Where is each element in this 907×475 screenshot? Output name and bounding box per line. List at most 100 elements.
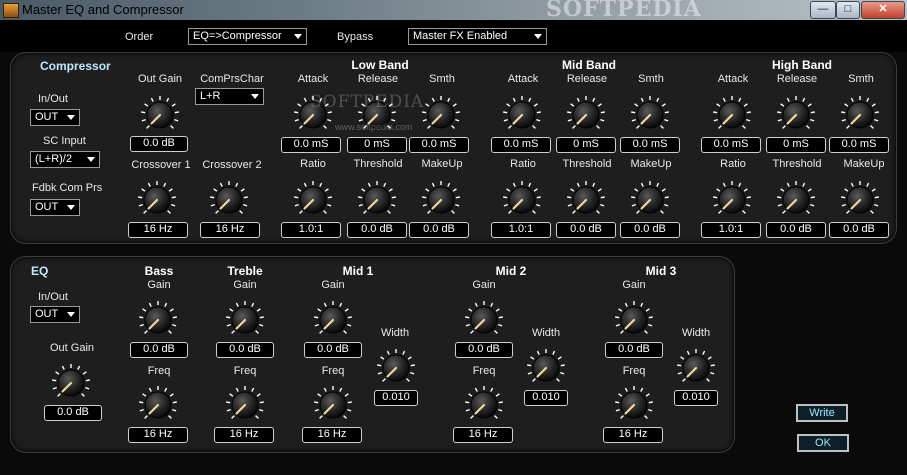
mid3-gain-knob[interactable] xyxy=(614,300,654,340)
comprschar-value: L+R xyxy=(200,90,221,102)
mid3-freq-knob[interactable] xyxy=(614,385,654,425)
low-threshold-value[interactable]: 0.0 dB xyxy=(347,222,407,238)
maximize-button[interactable]: □ xyxy=(836,1,860,19)
mid-attack-knob[interactable] xyxy=(502,95,542,135)
high-makeup-knob[interactable] xyxy=(840,180,880,220)
eq-out-gain-knob[interactable] xyxy=(51,363,91,403)
high-smth-knob[interactable] xyxy=(840,95,880,135)
close-button[interactable]: ✕ xyxy=(861,1,905,19)
mid3-width-knob[interactable] xyxy=(676,348,716,388)
high-release-knob[interactable] xyxy=(776,95,816,135)
high-makeup-value[interactable]: 0.0 dB xyxy=(829,222,889,238)
crossover1-knob[interactable] xyxy=(137,180,177,220)
mid3-freq-value[interactable]: 16 Hz xyxy=(603,427,663,443)
mid2-width-value[interactable]: 0.010 xyxy=(524,390,568,406)
comprschar-dropdown[interactable]: L+R xyxy=(195,88,264,105)
treble-gain-label: Gain xyxy=(233,279,257,291)
low-ratio-knob[interactable] xyxy=(293,180,333,220)
mid-makeup-knob[interactable] xyxy=(630,180,670,220)
bypass-dropdown[interactable]: Master FX Enabled xyxy=(408,28,547,45)
mid-ratio-knob[interactable] xyxy=(502,180,542,220)
treble-gain-value[interactable]: 0.0 dB xyxy=(216,342,274,358)
crossover2-value[interactable]: 16 Hz xyxy=(200,222,260,238)
mid2-gain-knob[interactable] xyxy=(464,300,504,340)
comp-inout-label: In/Out xyxy=(38,93,68,105)
mid1-width-knob[interactable] xyxy=(376,348,416,388)
mid-smth-knob[interactable] xyxy=(630,95,670,135)
mid-smth-value[interactable]: 0.0 mS xyxy=(620,137,680,153)
mid1-gain-label: Gain xyxy=(321,279,345,291)
high-ratio-knob[interactable] xyxy=(712,180,752,220)
mid3-width-value[interactable]: 0.010 xyxy=(674,390,718,406)
high-smth-value[interactable]: 0.0 mS xyxy=(829,137,889,153)
mid-release-knob[interactable] xyxy=(566,95,606,135)
low-smth-value[interactable]: 0.0 mS xyxy=(409,137,469,153)
low-makeup-value[interactable]: 0.0 dB xyxy=(409,222,469,238)
eq-inout-dropdown[interactable]: OUT xyxy=(30,306,80,323)
chevron-down-icon xyxy=(251,94,259,99)
mid-ratio-value[interactable]: 1.0:1 xyxy=(491,222,551,238)
order-dropdown[interactable]: EQ=>Compressor xyxy=(188,28,307,45)
mid2-freq-value[interactable]: 16 Hz xyxy=(453,427,513,443)
bass-gain-knob[interactable] xyxy=(138,300,178,340)
chevron-down-icon xyxy=(534,34,542,39)
mid2-gain-label: Gain xyxy=(472,279,496,291)
treble-freq-value[interactable]: 16 Hz xyxy=(214,427,274,443)
mid3-gain-value[interactable]: 0.0 dB xyxy=(605,342,663,358)
mid-attack-value[interactable]: 0.0 mS xyxy=(491,137,551,153)
low-ratio-value[interactable]: 1.0:1 xyxy=(281,222,341,238)
write-button[interactable]: Write xyxy=(796,404,848,422)
eq-out-gain-value[interactable]: 0.0 dB xyxy=(44,405,102,421)
comp-inout-dropdown[interactable]: OUT xyxy=(30,109,80,126)
high-attack-value[interactable]: 0.0 mS xyxy=(701,137,761,153)
low-makeup-knob[interactable] xyxy=(421,180,461,220)
low-release-value[interactable]: 0 mS xyxy=(347,137,407,153)
low-release-label: Release xyxy=(357,73,399,85)
low-smth-knob[interactable] xyxy=(421,95,461,135)
mid-release-value[interactable]: 0 mS xyxy=(556,137,616,153)
low-band-title: Low Band xyxy=(351,58,409,72)
high-threshold-label: Threshold xyxy=(772,158,822,170)
bass-freq-knob[interactable] xyxy=(138,385,178,425)
mid1-freq-value[interactable]: 16 Hz xyxy=(302,427,362,443)
mid-makeup-value[interactable]: 0.0 dB xyxy=(620,222,680,238)
mid2-width-knob[interactable] xyxy=(526,348,566,388)
sc-input-dropdown[interactable]: (L+R)/2 xyxy=(30,151,100,168)
mid2-gain-value[interactable]: 0.0 dB xyxy=(455,342,513,358)
crossover2-knob[interactable] xyxy=(209,180,249,220)
crossover1-value[interactable]: 16 Hz xyxy=(128,222,188,238)
low-attack-value[interactable]: 0.0 mS xyxy=(281,137,341,153)
high-attack-knob[interactable] xyxy=(712,95,752,135)
mid1-width-label: Width xyxy=(380,327,410,339)
treble-title: Treble xyxy=(227,264,263,278)
comp-out-gain-knob[interactable] xyxy=(140,95,180,135)
comp-out-gain-value[interactable]: 0.0 dB xyxy=(130,136,188,152)
minimize-button[interactable]: — xyxy=(810,1,836,19)
treble-gain-knob[interactable] xyxy=(225,300,265,340)
eq-out-gain-label: Out Gain xyxy=(49,342,95,354)
mid-threshold-knob[interactable] xyxy=(566,180,606,220)
fdbk-dropdown[interactable]: OUT xyxy=(30,199,80,216)
treble-freq-knob[interactable] xyxy=(225,385,265,425)
order-value: EQ=>Compressor xyxy=(193,30,282,42)
high-release-label: Release xyxy=(776,73,818,85)
mid3-freq-label: Freq xyxy=(622,365,646,377)
ok-button[interactable]: OK xyxy=(797,434,849,452)
low-threshold-knob[interactable] xyxy=(357,180,397,220)
low-attack-label: Attack xyxy=(297,73,329,85)
chevron-down-icon xyxy=(87,157,95,162)
bass-gain-value[interactable]: 0.0 dB xyxy=(130,342,188,358)
watermark-url: www.softpedia.com xyxy=(335,122,413,132)
eq-title: EQ xyxy=(31,264,49,278)
high-release-value[interactable]: 0 mS xyxy=(766,137,826,153)
mid2-freq-knob[interactable] xyxy=(464,385,504,425)
mid1-width-value[interactable]: 0.010 xyxy=(374,390,418,406)
mid1-freq-knob[interactable] xyxy=(313,385,353,425)
bass-freq-value[interactable]: 16 Hz xyxy=(128,427,188,443)
mid1-gain-value[interactable]: 0.0 dB xyxy=(304,342,362,358)
high-ratio-value[interactable]: 1.0:1 xyxy=(701,222,761,238)
high-threshold-value[interactable]: 0.0 dB xyxy=(766,222,826,238)
high-threshold-knob[interactable] xyxy=(776,180,816,220)
mid1-gain-knob[interactable] xyxy=(313,300,353,340)
mid-threshold-value[interactable]: 0.0 dB xyxy=(556,222,616,238)
